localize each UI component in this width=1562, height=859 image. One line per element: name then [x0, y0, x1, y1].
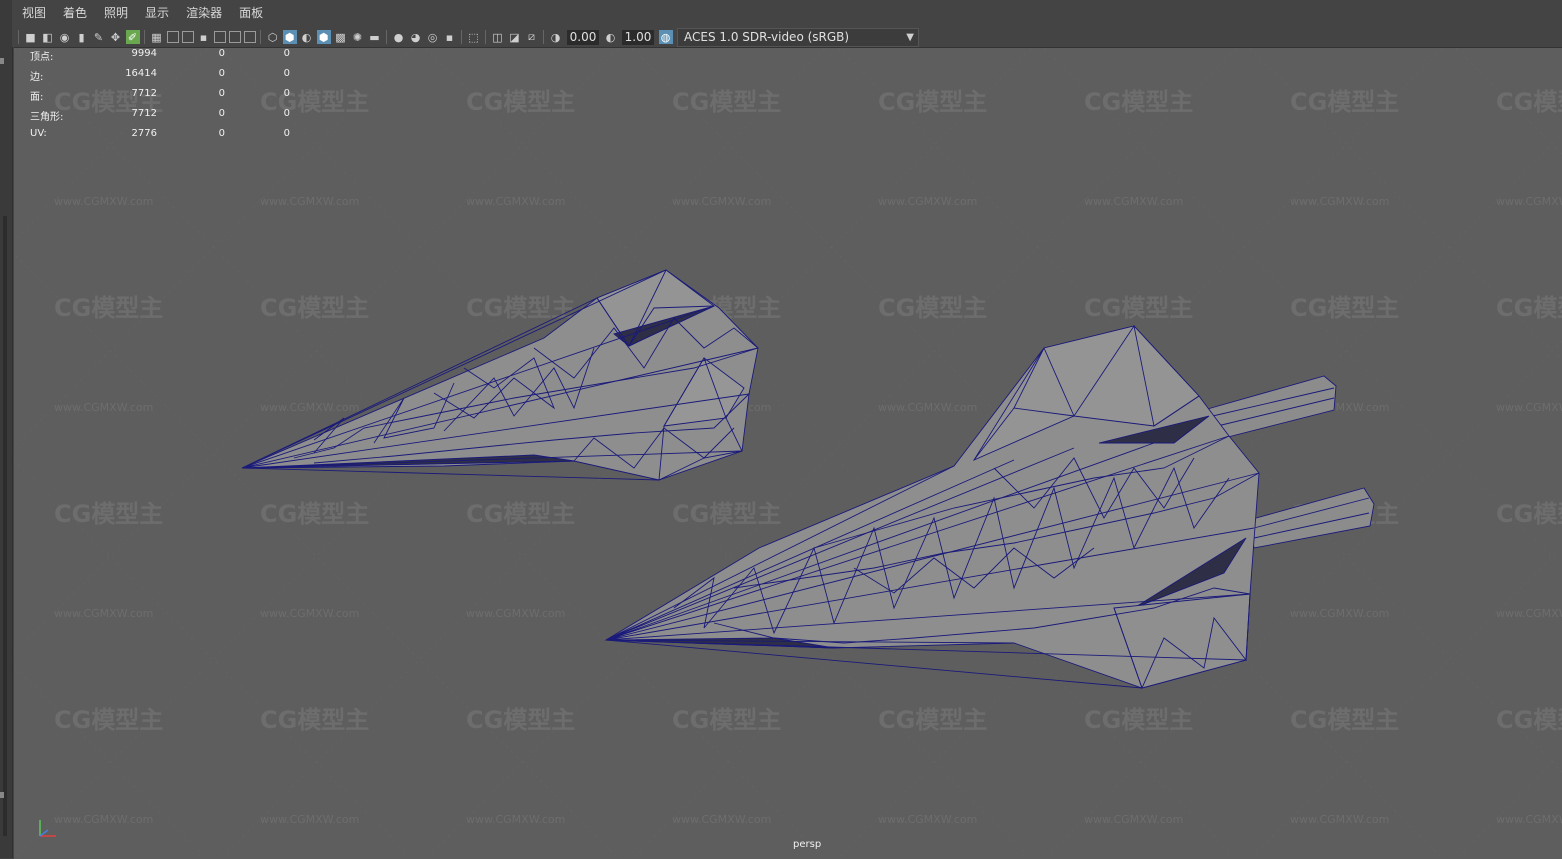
image-plane-icon[interactable]: ▮ — [75, 30, 89, 44]
2d-pan-zoom-icon[interactable]: ✥ — [109, 30, 123, 44]
camera-attributes-icon[interactable]: ◧ — [41, 30, 55, 44]
edge-marker — [0, 792, 4, 798]
depth-of-field-icon[interactable]: ▪ — [443, 30, 457, 44]
bookmark-icon[interactable]: ◉ — [58, 30, 72, 44]
menu-renderer[interactable]: 渲染器 — [176, 0, 229, 27]
toolbar-separator — [461, 30, 462, 44]
pencil-icon[interactable]: ✐ — [125, 30, 140, 44]
hud-label: 三角形: — [30, 112, 64, 123]
panel-toolbar: ■ ◧ ◉ ▮ ✎ ✥ ✐ ▦ ▪ ⬡ ⬢ ◐ ⬢ ▩ ✺ ▬ ● ◕ ◎ ▪ … — [12, 27, 1562, 47]
toolbar-separator — [543, 30, 544, 44]
poly-count-hud: 顶点: 9994 0 0 边: 16414 0 0 面: 7712 0 0 三角… — [30, 48, 310, 148]
hud-value: 0 — [218, 128, 225, 139]
film-gate-icon[interactable] — [166, 31, 179, 43]
menu-view[interactable]: 视图 — [12, 0, 53, 27]
menu-lighting[interactable]: 照明 — [94, 0, 135, 27]
anti-aliasing-icon[interactable]: ◎ — [426, 30, 440, 44]
field-chart-icon[interactable] — [213, 31, 226, 43]
axis-gizmo-icon — [39, 820, 56, 837]
hud-label: UV: — [30, 128, 47, 139]
resolution-gate-icon[interactable] — [181, 31, 194, 43]
hud-value: 0 — [218, 108, 225, 119]
hud-row-uvs: UV: 2776 0 0 — [30, 128, 310, 148]
hud-value: 9994 — [131, 48, 157, 59]
exposure-field[interactable] — [567, 29, 599, 45]
aircraft-model-small[interactable] — [241, 269, 759, 481]
view-transform-value: ACES 1.0 SDR-video (sRGB) — [684, 30, 850, 44]
edge-scroll-bar[interactable] — [3, 216, 7, 836]
3d-viewport[interactable]: CG模型主 CG模型主 CG模型主 CG模型主 www.CGMXW.com www.CGM… — [14, 47, 1562, 859]
gamma-field[interactable] — [622, 29, 654, 45]
gate-mask-icon[interactable]: ▪ — [197, 30, 211, 44]
hud-value: 7712 — [131, 108, 157, 119]
hud-value: 0 — [283, 88, 290, 99]
default-material-icon[interactable]: ◐ — [300, 30, 314, 44]
toolbar-handle — [18, 30, 19, 44]
wireframe-icon[interactable]: ⬡ — [266, 30, 280, 44]
hud-value: 7712 — [131, 88, 157, 99]
grid-icon[interactable]: ▦ — [150, 30, 164, 44]
motion-blur-icon[interactable]: ◕ — [409, 30, 423, 44]
hud-value: 0 — [218, 68, 225, 79]
hud-value: 0 — [283, 108, 290, 119]
grease-pencil-icon[interactable]: ✎ — [92, 30, 106, 44]
xray-icon[interactable]: ◫ — [491, 30, 505, 44]
left-edge-strip — [0, 0, 13, 858]
safe-action-icon[interactable] — [228, 31, 241, 43]
hud-label: 面: — [30, 92, 44, 103]
panel-menubar: 视图 着色 照明 显示 渲染器 面板 — [12, 0, 1562, 27]
lights-icon[interactable]: ✺ — [351, 30, 365, 44]
chevron-down-icon: ▼ — [906, 31, 914, 43]
view-transform-select[interactable]: ACES 1.0 SDR-video (sRGB) ▼ — [677, 27, 919, 47]
hud-value: 0 — [283, 48, 290, 59]
toolbar-separator — [386, 30, 387, 44]
toolbar-separator — [260, 30, 261, 44]
hud-value: 2776 — [131, 128, 157, 139]
xray-active-icon[interactable]: ◪ — [508, 30, 522, 44]
hud-value: 0 — [218, 48, 225, 59]
model-layer — [241, 269, 1375, 690]
xray-joints-icon[interactable]: ⧄ — [525, 30, 539, 44]
screen-space-ao-icon[interactable]: ● — [392, 30, 406, 44]
edge-marker — [0, 58, 4, 64]
exposure-icon[interactable]: ◑ — [549, 30, 563, 44]
hud-label: 边: — [30, 72, 44, 83]
hud-value: 0 — [283, 68, 290, 79]
hud-value: 16414 — [125, 68, 157, 79]
hud-value: 0 — [283, 128, 290, 139]
wireframe-on-shaded-icon[interactable]: ⬢ — [316, 30, 331, 44]
safe-title-icon[interactable] — [243, 31, 256, 43]
toolbar-separator — [485, 30, 486, 44]
isolate-select-icon[interactable]: ⬚ — [467, 30, 481, 44]
menu-panels[interactable]: 面板 — [229, 0, 270, 27]
camera-select-icon[interactable]: ■ — [24, 30, 38, 44]
color-management-icon[interactable]: ◍ — [658, 30, 673, 44]
camera-name-label: persp — [793, 839, 822, 850]
hud-row-vertices: 顶点: 9994 0 0 — [30, 48, 310, 68]
menu-shading[interactable]: 着色 — [53, 0, 94, 27]
smooth-shade-icon[interactable]: ⬢ — [282, 30, 297, 44]
hud-row-edges: 边: 16414 0 0 — [30, 68, 310, 88]
hud-row-triangles: 三角形: 7712 0 0 — [30, 108, 310, 128]
menu-show[interactable]: 显示 — [135, 0, 176, 27]
hud-value: 0 — [218, 88, 225, 99]
toolbar-separator — [144, 30, 145, 44]
hud-row-faces: 面: 7712 0 0 — [30, 88, 310, 108]
shadows-icon[interactable]: ▬ — [368, 30, 382, 44]
gamma-icon[interactable]: ◐ — [604, 30, 618, 44]
hud-label: 顶点: — [30, 52, 54, 63]
textured-icon[interactable]: ▩ — [334, 30, 348, 44]
